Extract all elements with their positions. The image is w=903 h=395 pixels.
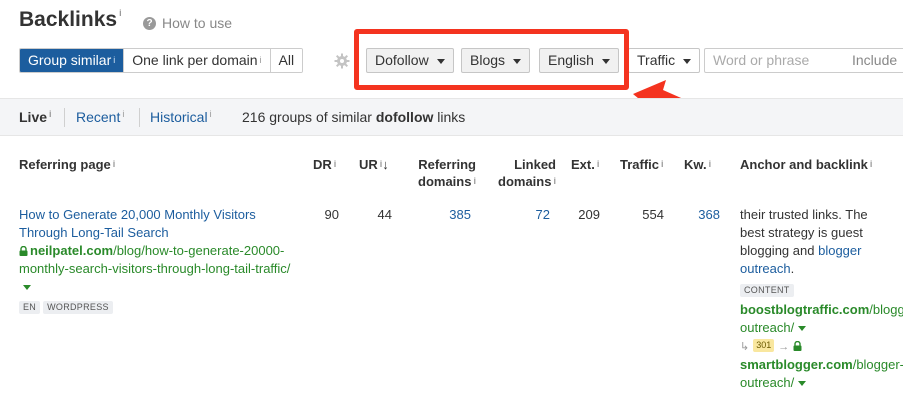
column-header-traffic[interactable]: Traffic i [620,156,664,173]
content-tag: CONTENT [740,284,794,297]
referring-page-url[interactable]: neilpatel.com/blog/how-to-generate-20000… [19,242,299,296]
anchor-and-backlink: their trusted links. The best strategy i… [740,206,903,392]
language-tag: EN [19,301,41,314]
chevron-down-icon[interactable] [23,285,31,291]
chevron-down-icon [683,58,692,64]
chevron-down-icon[interactable] [798,326,807,332]
live-mode-tab[interactable]: Live i [19,109,52,125]
anchor-context: their trusted links. The best strategy i… [740,207,868,276]
divider [64,108,65,127]
redirect-code-badge: 301 [753,339,775,352]
backlink-url[interactable]: boostblogtraffic.com/blogger-outreach/ [740,301,903,337]
grouping-selector: Group similar i One link per domain i All [19,48,304,73]
ext-value: 209 [578,207,600,222]
info-marker: i [119,8,122,18]
include-label[interactable]: Include [852,48,897,73]
traffic-filter-dropdown[interactable]: Traffic [628,48,701,73]
annotation-highlight-box [354,29,629,90]
lock-icon [793,341,802,351]
historical-mode-tab[interactable]: Historical i [150,109,212,125]
lock-icon [19,246,28,256]
column-header-linked-domains[interactable]: Linked domains i [484,156,556,190]
one-link-per-domain-option[interactable]: One link per domain i [124,49,271,72]
recent-mode-tab[interactable]: Recent i [76,109,124,125]
all-links-option[interactable]: All [270,49,303,72]
page-tags: EN WORDPRESS [19,297,116,314]
redirect-url[interactable]: ↳ 301 → smartblogger.com/blogger-outreach/ [740,337,903,392]
column-header-keywords[interactable]: Kw. i [684,156,711,173]
sort-desc-icon: ↓ [382,157,389,172]
arrow-right-icon: → [778,341,790,353]
how-to-use-link[interactable]: ? How to use [143,15,232,31]
results-summary: 216 groups of similar dofollow links [242,109,466,125]
referring-domains-value[interactable]: 385 [420,206,471,224]
redirect-arrow-icon: ↳ [740,341,750,353]
column-header-anchor-backlink[interactable]: Anchor and backlink i [740,156,872,173]
column-header-referring-domains[interactable]: Referring domains i [400,156,476,190]
history-mode-bar: Live i Recent i Historical i 216 groups of … [0,98,903,136]
traffic-value: 554 [642,207,664,222]
ur-value: 44 [377,207,392,222]
question-circle-icon: ? [143,16,156,30]
search-input[interactable] [713,52,843,68]
referring-page-title-link[interactable]: How to Generate 20,000 Monthly Visitors … [19,206,294,242]
dr-value: 90 [324,207,339,222]
group-similar-option[interactable]: Group similar i [20,49,125,72]
chevron-down-icon[interactable] [798,381,807,387]
gear-icon[interactable] [334,53,350,69]
linked-domains-value[interactable]: 72 [500,206,550,224]
column-header-ext[interactable]: Ext. i [571,156,599,173]
column-header-referring-page[interactable]: Referring page i [19,156,115,173]
divider [139,108,140,127]
column-header-dr[interactable]: DR i [313,156,336,173]
page-title: Backlinks i [19,8,122,31]
keywords-value[interactable]: 368 [680,206,720,224]
column-header-ur[interactable]: UR i↓ [359,156,389,173]
platform-tag: WORDPRESS [43,301,113,314]
